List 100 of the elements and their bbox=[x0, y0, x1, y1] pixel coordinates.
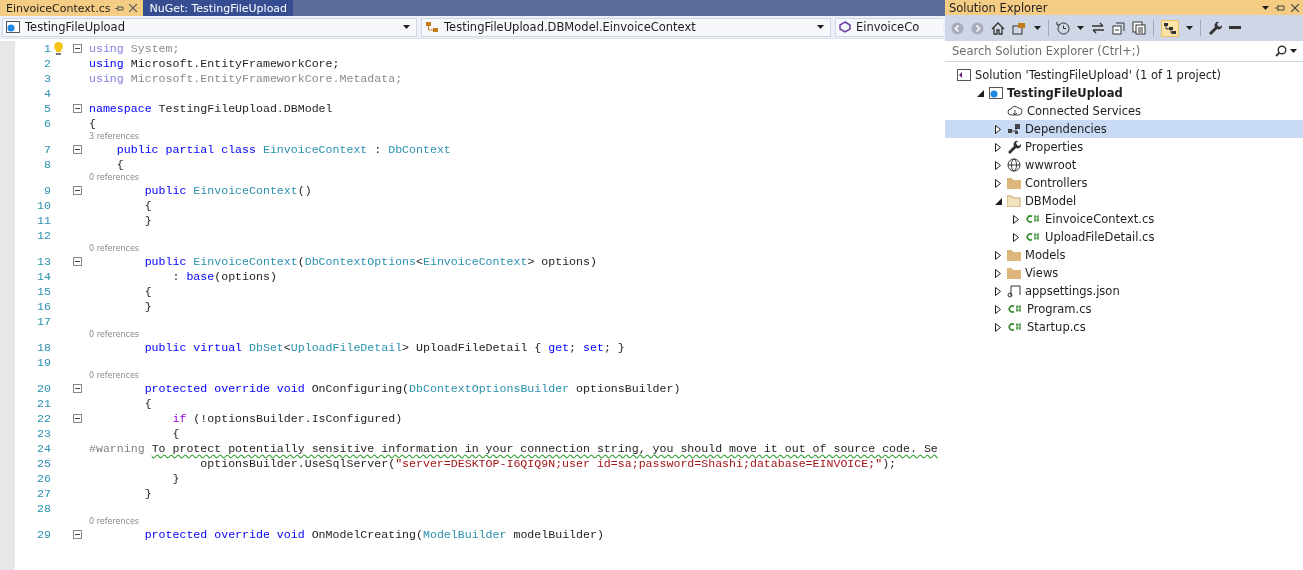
pin-icon[interactable] bbox=[115, 3, 125, 13]
show-all-files-icon[interactable] bbox=[1132, 21, 1146, 35]
caret-icon[interactable] bbox=[817, 25, 824, 29]
collapsed-arrow-icon[interactable] bbox=[995, 286, 1001, 296]
code-line: : base(options) bbox=[171, 269, 277, 284]
reference-count-link[interactable]: 0 references bbox=[89, 244, 139, 253]
collapse-all-icon[interactable] bbox=[1112, 21, 1125, 35]
search-field[interactable]: Search Solution Explorer (Ctrl+;) bbox=[950, 43, 1272, 59]
reference-count-link[interactable]: 3 references bbox=[89, 132, 139, 141]
code-line: { bbox=[143, 198, 152, 213]
collapsed-arrow-icon[interactable] bbox=[995, 178, 1001, 188]
line-number: 21 bbox=[36, 397, 51, 410]
tree-item[interactable]: Controllers bbox=[945, 174, 1303, 192]
wrench-icon bbox=[1007, 140, 1021, 154]
tree-item[interactable]: UploadFileDetail.cs bbox=[945, 228, 1303, 246]
collapsed-arrow-icon[interactable] bbox=[995, 268, 1001, 278]
reference-count-link[interactable]: 0 references bbox=[89, 517, 139, 526]
solution-icon bbox=[957, 69, 971, 81]
panel-title: Solution Explorer bbox=[949, 0, 1049, 15]
navigation-dropdown[interactable]: TestingFileUpload.DBModel.EinvoiceContext bbox=[421, 17, 831, 37]
caret-icon[interactable] bbox=[403, 25, 410, 29]
tree-item[interactable]: EinvoiceContext.cs bbox=[945, 210, 1303, 228]
reference-count-link[interactable]: 0 references bbox=[89, 330, 139, 339]
code-line: } bbox=[143, 213, 152, 228]
collapsed-arrow-icon[interactable] bbox=[1013, 214, 1019, 224]
collapsed-arrow-icon[interactable] bbox=[995, 124, 1001, 134]
csharp-file-icon bbox=[1007, 304, 1023, 314]
search-icon[interactable] bbox=[1275, 45, 1287, 57]
reference-count-link[interactable]: 0 references bbox=[89, 371, 139, 380]
switch-views-icon[interactable] bbox=[1012, 21, 1027, 35]
collapsed-arrow-icon[interactable] bbox=[995, 250, 1001, 260]
history-icon[interactable] bbox=[1056, 21, 1070, 35]
globe-icon bbox=[1007, 158, 1021, 172]
collapse-icon[interactable] bbox=[72, 145, 82, 154]
collapse-icon[interactable] bbox=[72, 186, 82, 195]
line-number: 20 bbox=[36, 382, 51, 395]
code-line: public virtual DbSet<UploadFileDetail> UploadFileDetail { get; set; } bbox=[143, 340, 625, 355]
collapsed-arrow-icon[interactable] bbox=[995, 304, 1001, 314]
sync-icon[interactable] bbox=[1091, 22, 1105, 34]
tree-item[interactable]: DBModel bbox=[945, 192, 1303, 210]
lightbulb-icon[interactable] bbox=[53, 42, 63, 55]
line-number: 14 bbox=[36, 270, 51, 283]
close-icon[interactable] bbox=[1291, 3, 1299, 12]
navigation-dropdown[interactable]: EinvoiceCo bbox=[835, 17, 943, 37]
reference-count-link[interactable]: 0 references bbox=[89, 173, 139, 182]
tree-item[interactable]: Startup.cs bbox=[945, 318, 1303, 336]
collapse-icon[interactable] bbox=[72, 104, 82, 113]
line-number: 4 bbox=[43, 87, 51, 100]
caret-icon[interactable] bbox=[1034, 26, 1041, 30]
home-icon[interactable] bbox=[991, 21, 1005, 35]
collapsed-arrow-icon[interactable] bbox=[1013, 232, 1019, 242]
line-number: 5 bbox=[43, 102, 51, 115]
line-number: 1 bbox=[43, 42, 51, 55]
dropdown-caret-icon[interactable] bbox=[1262, 5, 1269, 10]
expanded-arrow-icon[interactable] bbox=[994, 197, 1002, 205]
tree-item[interactable]: TestingFileUpload bbox=[945, 84, 1303, 102]
tree-item[interactable]: Properties bbox=[945, 138, 1303, 156]
line-number: 10 bbox=[36, 199, 51, 212]
line-number: 26 bbox=[36, 472, 51, 485]
tree-item[interactable]: Views bbox=[945, 264, 1303, 282]
pin-icon[interactable] bbox=[1275, 2, 1285, 13]
line-number: 22 bbox=[36, 412, 51, 425]
line-number: 28 bbox=[36, 502, 51, 515]
caret-icon[interactable] bbox=[1186, 26, 1193, 30]
code-line: protected override void OnModelCreating(ModelBuilder modelBuilder) bbox=[143, 527, 604, 542]
line-number: 13 bbox=[36, 255, 51, 268]
line-number: 15 bbox=[36, 285, 51, 298]
cloud-icon bbox=[1007, 105, 1023, 117]
collapsed-arrow-icon[interactable] bbox=[995, 160, 1001, 170]
code-line: { bbox=[143, 396, 152, 411]
tree-item[interactable]: Connected Services bbox=[945, 102, 1303, 120]
collapsed-arrow-icon[interactable] bbox=[995, 322, 1001, 332]
collapse-icon[interactable] bbox=[72, 257, 82, 266]
caret-icon[interactable] bbox=[1077, 26, 1084, 30]
tree-item[interactable]: Program.cs bbox=[945, 300, 1303, 318]
tree-item[interactable]: wwwroot bbox=[945, 156, 1303, 174]
folder-icon bbox=[1007, 249, 1021, 261]
line-number: 3 bbox=[43, 72, 51, 85]
collapsed-arrow-icon[interactable] bbox=[995, 142, 1001, 152]
tree-item[interactable]: Models bbox=[945, 246, 1303, 264]
document-tab[interactable]: NuGet: TestingFileUpload bbox=[143, 0, 294, 16]
expanded-arrow-icon[interactable] bbox=[976, 89, 984, 97]
document-tab[interactable]: EinvoiceContext.cs bbox=[0, 0, 144, 16]
wrench-icon[interactable] bbox=[1208, 21, 1222, 35]
tree-item[interactable]: appsettings.json bbox=[945, 282, 1303, 300]
tree-item[interactable]: Solution 'TestingFileUpload' (1 of 1 project) bbox=[945, 66, 1303, 84]
line-number: 12 bbox=[36, 229, 51, 242]
collapse-icon[interactable] bbox=[72, 44, 82, 53]
code-line: protected override void OnConfiguring(DbContextOptionsBuilder optionsBuilder) bbox=[143, 381, 681, 396]
collapse-icon[interactable] bbox=[72, 530, 82, 539]
collapse-icon[interactable] bbox=[72, 414, 82, 423]
minus-icon[interactable] bbox=[1229, 26, 1241, 30]
settings-file-icon bbox=[1007, 284, 1021, 298]
tree-item[interactable]: Dependencies bbox=[945, 120, 1303, 138]
navigation-dropdown[interactable]: TestingFileUpload bbox=[2, 17, 417, 37]
code-line: using System; bbox=[89, 41, 180, 56]
close-icon[interactable] bbox=[129, 4, 138, 12]
collapse-icon[interactable] bbox=[72, 384, 82, 393]
caret-icon[interactable] bbox=[1290, 49, 1297, 53]
tree-view-toggle[interactable] bbox=[1161, 19, 1179, 37]
